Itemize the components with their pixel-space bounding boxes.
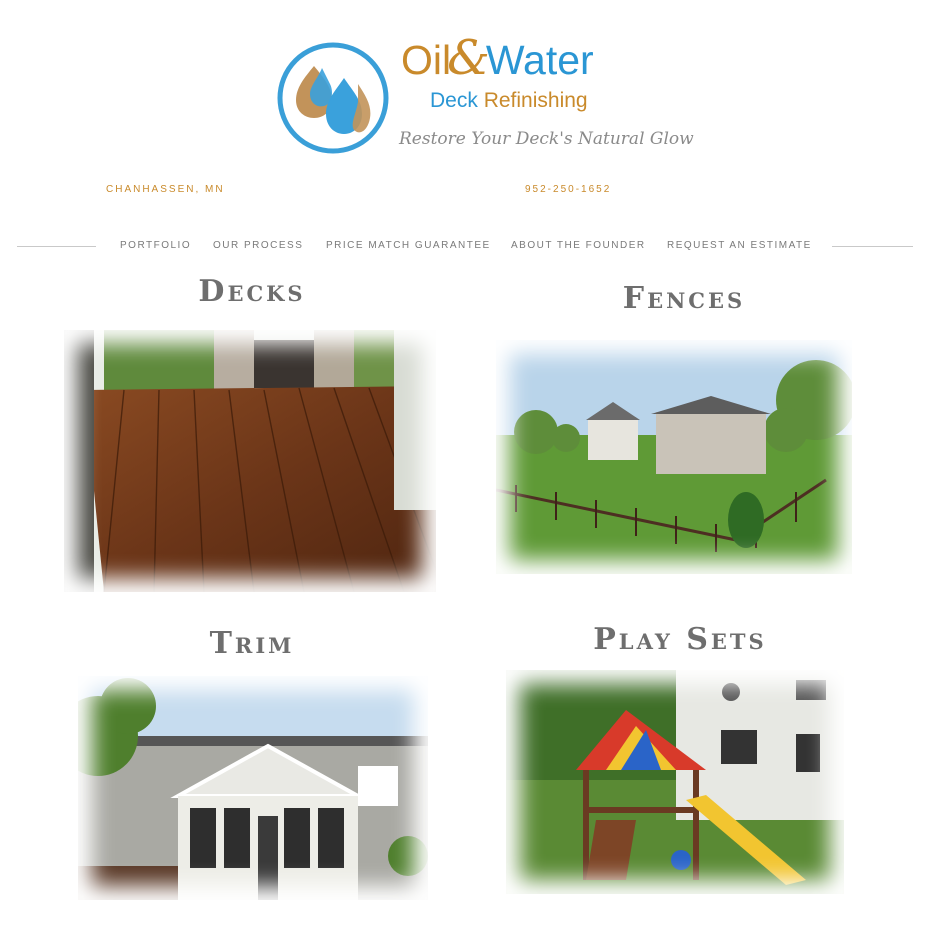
phone-link[interactable]: 952-250-1652 <box>525 184 611 195</box>
brand-water: Water <box>485 37 594 83</box>
fences-photo[interactable] <box>496 340 852 574</box>
brand-name: Oil&Water <box>401 30 594 86</box>
section-title-fences: Fences <box>622 281 746 316</box>
trim-photo[interactable] <box>78 676 428 900</box>
nav-item-our-process[interactable]: OUR PROCESS <box>213 240 303 251</box>
water-drops-logo-icon <box>277 42 389 154</box>
backyard-fence-image <box>496 340 852 574</box>
brand-ampersand: & <box>447 30 490 86</box>
brand-subtitle: Deck Refinishing <box>430 89 588 113</box>
nav-divider-left <box>17 246 96 247</box>
decks-photo[interactable] <box>64 330 436 592</box>
section-title-play-sets: Play Sets <box>593 622 767 657</box>
location-text: CHANHASSEN, MN <box>106 184 225 195</box>
nav-divider-right <box>832 246 913 247</box>
nav-item-request-an-estimate[interactable]: REQUEST AN ESTIMATE <box>667 240 812 251</box>
brand-oil: Oil <box>401 37 452 83</box>
deck-floor-image <box>64 330 436 592</box>
main-nav: PORTFOLIO OUR PROCESS PRICE MATCH GUARAN… <box>17 236 913 256</box>
play-sets-photo[interactable] <box>506 670 844 894</box>
nav-item-portfolio[interactable]: PORTFOLIO <box>120 240 191 251</box>
house-trim-image <box>78 676 428 900</box>
section-title-trim: Trim <box>209 626 295 661</box>
nav-item-about-the-founder[interactable]: ABOUT THE FOUNDER <box>511 240 646 251</box>
nav-item-price-match-guarantee[interactable]: PRICE MATCH GUARANTEE <box>326 240 491 251</box>
brand-deck: Deck <box>430 89 478 112</box>
playset-image <box>506 670 844 894</box>
site-logo[interactable]: Oil&Water Deck Refinishing Restore Your … <box>274 26 694 160</box>
section-title-decks: Decks <box>198 274 306 309</box>
brand-tagline: Restore Your Deck's Natural Glow <box>399 129 694 149</box>
brand-refinishing: Refinishing <box>483 89 588 112</box>
